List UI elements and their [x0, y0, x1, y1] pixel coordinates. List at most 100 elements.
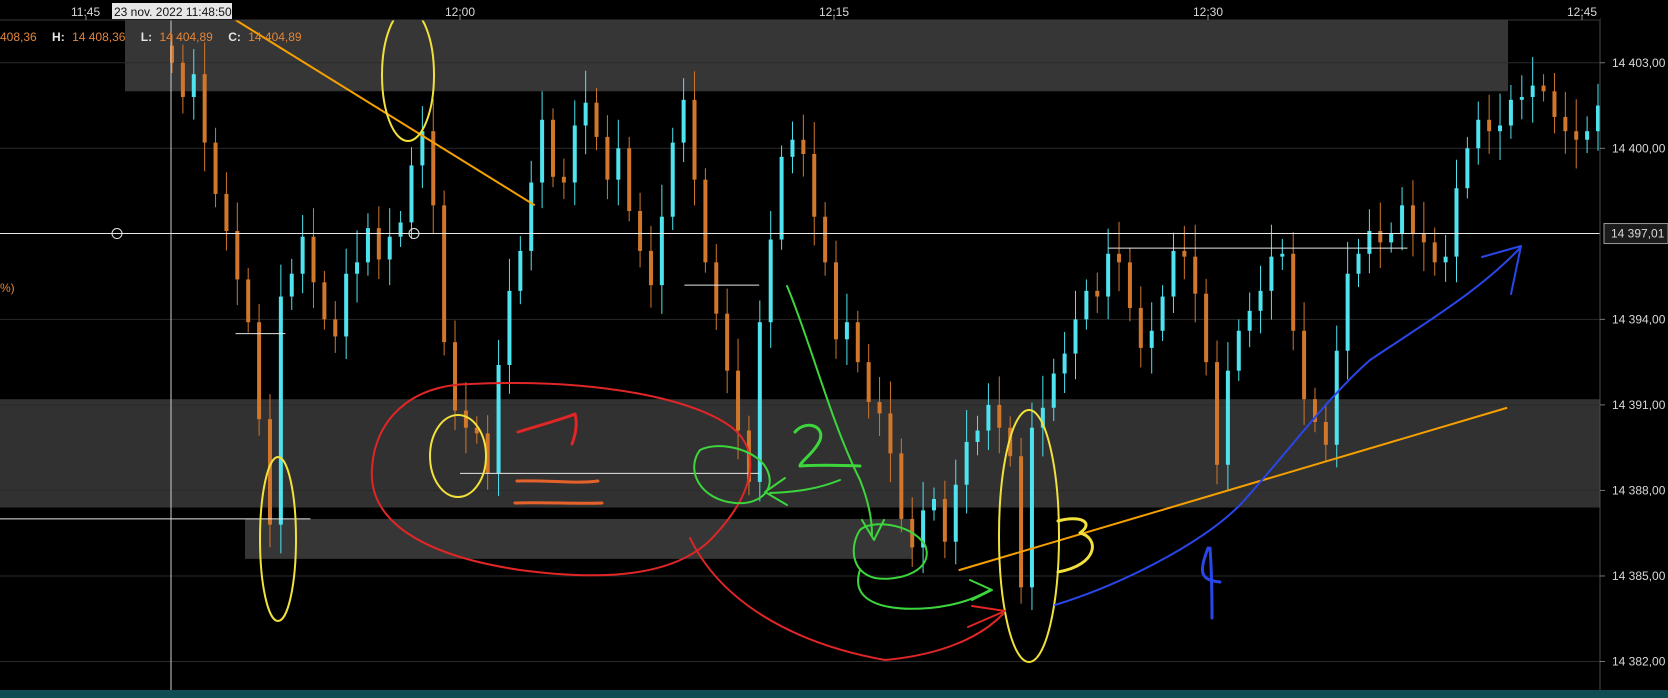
candle-body — [659, 216, 664, 286]
candle-body — [812, 154, 817, 217]
candle-body — [768, 239, 773, 323]
candle-body — [1149, 330, 1154, 348]
price-tick-label: 14 388,00 — [1612, 483, 1666, 497]
candle-body — [1280, 253, 1285, 257]
candle-body — [779, 156, 784, 240]
candle-body — [1029, 427, 1034, 588]
low-label: L: — [141, 30, 152, 44]
candle-body — [1345, 273, 1350, 351]
price-tick-label: 14 382,00 — [1612, 654, 1666, 668]
candle-body — [333, 319, 338, 337]
candle-body — [975, 430, 980, 442]
candle-body — [1323, 422, 1328, 445]
candle-body — [605, 136, 610, 180]
candle-body — [180, 62, 185, 97]
candle-body — [681, 99, 686, 143]
red-dash-b — [515, 479, 600, 484]
chart-background — [0, 0, 1668, 698]
time-tick-label: 11:45 — [71, 5, 100, 19]
candle-body — [1084, 290, 1089, 320]
candle-body — [355, 262, 360, 274]
candle-body — [463, 410, 468, 428]
open-value: 408,36 — [0, 30, 37, 44]
price-chart[interactable]: 14 403,00 14 400,00 14 394,00 14 391,00 14 3… — [0, 0, 1668, 698]
candle-body — [1051, 373, 1056, 408]
candle-body — [289, 273, 294, 297]
candle-body — [1530, 85, 1535, 97]
candle-body — [1498, 125, 1503, 132]
bottom-status-strip — [0, 690, 1668, 698]
candle-body — [1073, 319, 1078, 354]
candle-body — [1454, 188, 1459, 257]
candle-body — [877, 402, 882, 414]
candle-body — [540, 119, 545, 183]
candle-body — [1106, 253, 1111, 297]
current-price-label: 14 397,01 — [1611, 227, 1665, 241]
price-tick-label: 14 403,00 — [1612, 56, 1666, 70]
candle-body — [866, 362, 871, 403]
high-value: 14 408,36 — [72, 30, 126, 44]
candle-body — [931, 498, 936, 511]
candle-body — [1171, 250, 1176, 297]
candle-body — [736, 370, 741, 431]
candle-body — [823, 216, 828, 263]
candle-body — [453, 342, 458, 411]
candle-body — [1204, 293, 1209, 363]
candle-body — [899, 453, 904, 519]
candle-body — [942, 498, 947, 542]
candle-body — [1367, 230, 1372, 254]
candle-body — [801, 139, 806, 154]
candle-body — [387, 236, 392, 260]
candle-body — [224, 193, 229, 231]
candle-body — [986, 404, 991, 431]
candle-body — [300, 236, 305, 274]
candle-body — [616, 148, 621, 180]
candle-body — [1421, 233, 1426, 243]
indicator-fragment: %) — [0, 281, 15, 295]
candle-body — [997, 404, 1002, 428]
candle-body — [1117, 253, 1122, 263]
price-tick-label: 14 394,00 — [1612, 312, 1666, 326]
price-tick-label: 14 400,00 — [1612, 141, 1666, 155]
candle-body — [648, 250, 653, 286]
candle-body — [844, 322, 849, 340]
candle-body — [1519, 96, 1524, 100]
candle-body — [344, 273, 349, 337]
candle-body — [1596, 105, 1600, 132]
candle-body — [1334, 350, 1339, 445]
candle-body — [638, 211, 643, 251]
candle-body — [572, 125, 577, 183]
candle-body — [550, 119, 555, 177]
candle-body — [1291, 253, 1296, 331]
close-value: 14 404,89 — [248, 30, 302, 44]
price-zone — [245, 518, 912, 559]
candle-body — [834, 262, 839, 340]
candle-body — [278, 296, 283, 525]
candle-body — [1258, 290, 1263, 311]
candle-body — [855, 322, 860, 363]
time-axis-panel — [0, 0, 1600, 20]
candle-body — [1138, 307, 1143, 348]
candle-body — [561, 176, 566, 183]
candle-body — [1487, 119, 1492, 132]
candle-body — [1476, 119, 1481, 149]
candle-body — [442, 205, 447, 343]
price-axis-panel — [1600, 18, 1668, 690]
candle-body — [257, 322, 262, 420]
candle-body — [594, 102, 599, 137]
candle-body — [322, 282, 327, 320]
candle-body — [529, 182, 534, 251]
time-tick-label: 12:15 — [819, 5, 849, 19]
candle-body — [1302, 330, 1307, 400]
candle-body — [1236, 330, 1241, 371]
candle-body — [1389, 233, 1394, 243]
candle-body — [1160, 296, 1165, 331]
candle-body — [964, 441, 969, 485]
candle-body — [1127, 262, 1132, 308]
high-label: H: — [52, 30, 65, 44]
candle-body — [1563, 116, 1568, 132]
candle-body — [1182, 250, 1187, 257]
candle-body — [496, 364, 501, 474]
candle-body — [953, 484, 958, 542]
candle-body — [1193, 256, 1198, 294]
